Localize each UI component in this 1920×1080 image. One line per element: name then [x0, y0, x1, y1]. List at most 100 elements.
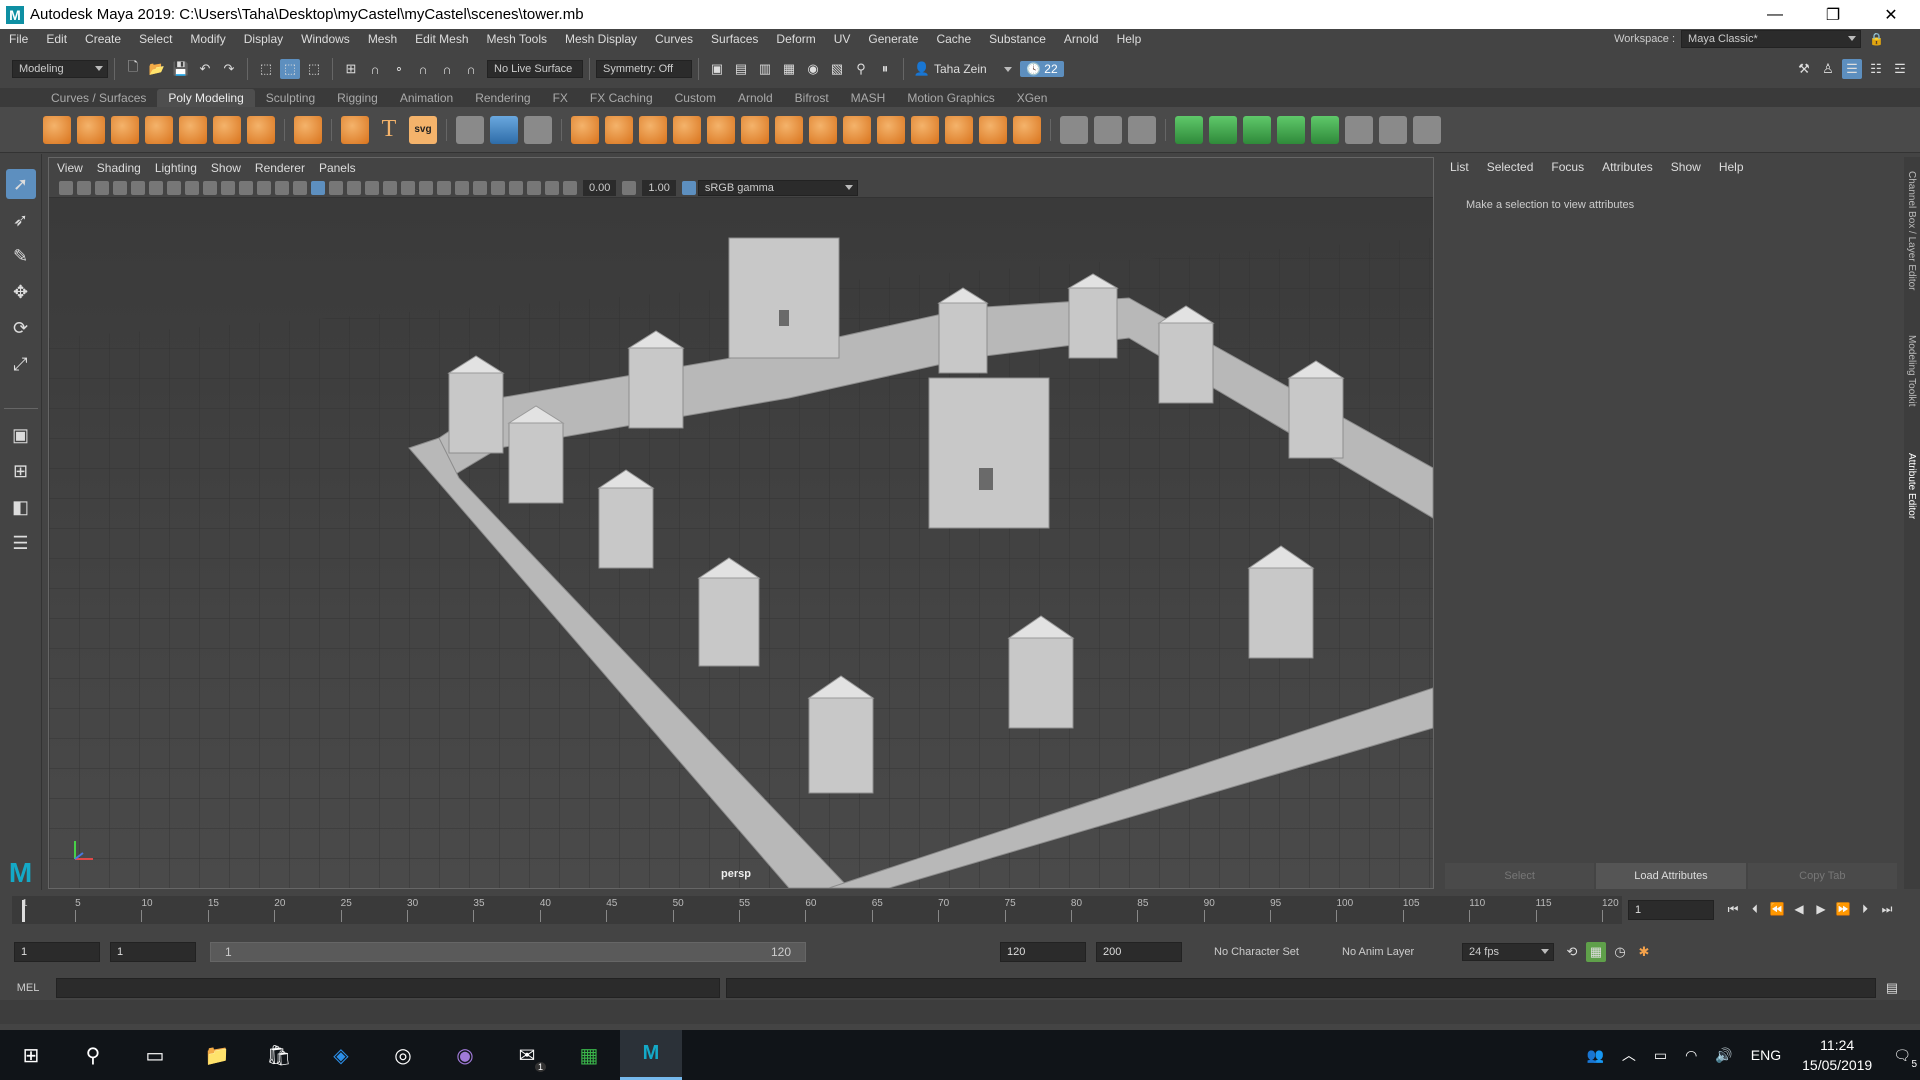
render-view-icon[interactable]: ▣: [707, 59, 727, 79]
action-center-icon[interactable]: 🗨 5: [1893, 1047, 1917, 1070]
menu-help[interactable]: Help: [1108, 32, 1151, 46]
shelf-tab-fx-caching[interactable]: FX Caching: [579, 89, 664, 107]
type-tool-icon[interactable]: T: [375, 116, 403, 144]
select-tool-icon[interactable]: ➚: [5, 169, 36, 199]
shelf-tab-rendering[interactable]: Rendering: [464, 89, 541, 107]
shelf-tab-sculpting[interactable]: Sculpting: [255, 89, 326, 107]
center-pivot-icon[interactable]: [524, 115, 552, 144]
animation-start-field[interactable]: 1: [14, 942, 100, 962]
load-attributes-button[interactable]: Load Attributes: [1596, 863, 1746, 889]
bevel-icon[interactable]: [673, 115, 701, 144]
menu-windows[interactable]: Windows: [292, 32, 359, 46]
shelf-tab-custom[interactable]: Custom: [664, 89, 727, 107]
paint-select-tool-icon[interactable]: ✎: [6, 241, 36, 271]
xray-components-icon[interactable]: [545, 180, 559, 195]
menu-generate[interactable]: Generate: [859, 32, 927, 46]
append-polygon-icon[interactable]: [843, 115, 871, 144]
snap-grid-icon[interactable]: ⊞: [341, 59, 361, 79]
attr-menu-help[interactable]: Help: [1719, 160, 1744, 174]
menu-file[interactable]: File: [0, 32, 37, 46]
side-tab-attribute-editor[interactable]: Attribute Editor: [1906, 453, 1917, 519]
image-plane-icon[interactable]: [113, 180, 127, 195]
menu-surfaces[interactable]: Surfaces: [702, 32, 767, 46]
open-scene-icon[interactable]: 📂: [147, 59, 167, 79]
pause-icon[interactable]: ⏸: [875, 59, 895, 79]
isolate-select-icon[interactable]: [491, 180, 505, 195]
new-scene-icon[interactable]: 🗋: [123, 59, 143, 79]
shelf-tab-fx[interactable]: FX: [542, 89, 579, 107]
shelf-tab-mash[interactable]: MASH: [840, 89, 897, 107]
snap-curve-icon[interactable]: ∩: [365, 59, 385, 79]
mirror-icon[interactable]: [775, 115, 803, 144]
viewport-menu-lighting[interactable]: Lighting: [155, 161, 205, 175]
viewport-3d-scene[interactable]: persp: [49, 198, 1433, 888]
menu-modify[interactable]: Modify: [181, 32, 234, 46]
target-weld-icon[interactable]: [1128, 115, 1156, 144]
shelf-tab-bifrost[interactable]: Bifrost: [784, 89, 840, 107]
menu-select[interactable]: Select: [130, 32, 181, 46]
uv-spherical-icon[interactable]: [1243, 115, 1271, 144]
menu-uv[interactable]: UV: [825, 32, 860, 46]
range-slider-handle[interactable]: 1 120: [210, 942, 806, 962]
range-slider[interactable]: 1 120: [210, 942, 1210, 962]
smooth-icon[interactable]: [571, 115, 599, 144]
smooth-shade-icon[interactable]: [311, 180, 325, 195]
motion-blur-icon[interactable]: [437, 180, 451, 195]
playback-speed-icon[interactable]: ✱: [1634, 942, 1654, 962]
search-icon[interactable]: ⚲: [62, 1030, 124, 1080]
render-current-icon[interactable]: ▤: [731, 59, 751, 79]
file-explorer-icon[interactable]: 📁: [186, 1030, 248, 1080]
viewport-menu-panels[interactable]: Panels: [319, 161, 364, 175]
menuset-dropdown[interactable]: Modeling: [12, 60, 108, 78]
svg-tool-icon[interactable]: svg: [409, 115, 437, 144]
poly-sphere-icon[interactable]: [43, 115, 71, 144]
anti-aliasing-icon[interactable]: [455, 180, 469, 195]
snap-point-icon[interactable]: ∘: [389, 59, 409, 79]
side-tab-channel-box[interactable]: Channel Box / Layer Editor: [1906, 171, 1917, 291]
shelf-tab-poly-modeling[interactable]: Poly Modeling: [157, 89, 255, 107]
triangulate-icon[interactable]: [1013, 115, 1041, 144]
uv-editor-icon[interactable]: [1345, 115, 1373, 144]
move-tool-icon[interactable]: ✥: [6, 277, 36, 307]
uv-cut-icon[interactable]: [1379, 115, 1407, 144]
split-icon[interactable]: [979, 115, 1007, 144]
ipr-render-icon[interactable]: ▥: [755, 59, 775, 79]
boolean-union-icon[interactable]: [707, 115, 735, 144]
snap-view-icon[interactable]: ∩: [413, 59, 433, 79]
color-management-icon[interactable]: [681, 180, 696, 195]
user-name[interactable]: Taha Zein: [934, 62, 1004, 76]
uv-cylindrical-icon[interactable]: [1209, 115, 1237, 144]
select-camera-icon[interactable]: [59, 180, 73, 195]
attr-menu-show[interactable]: Show: [1671, 160, 1701, 174]
script-editor-icon[interactable]: ▤: [1882, 978, 1902, 998]
attr-menu-selected[interactable]: Selected: [1487, 160, 1534, 174]
menu-substance[interactable]: Substance: [980, 32, 1055, 46]
attr-menu-attributes[interactable]: Attributes: [1602, 160, 1653, 174]
super-shape-icon[interactable]: [341, 115, 369, 144]
edge-loop-icon[interactable]: [1094, 115, 1122, 144]
uv-unfold-icon[interactable]: [1311, 115, 1339, 144]
playback-start-field[interactable]: 1: [110, 942, 196, 962]
bookmark-icon[interactable]: [95, 180, 109, 195]
safe-action-icon[interactable]: [257, 180, 271, 195]
chevron-down-icon[interactable]: [1004, 66, 1012, 72]
multi-cut-icon[interactable]: [1060, 115, 1088, 144]
language-indicator[interactable]: ENG: [1751, 1047, 1781, 1063]
four-view-layout-icon[interactable]: ⊞: [6, 456, 36, 486]
poly-plane-icon[interactable]: [213, 115, 241, 144]
poly-cone-icon[interactable]: [145, 115, 173, 144]
minimize-button[interactable]: —: [1746, 0, 1804, 29]
menu-deform[interactable]: Deform: [767, 32, 824, 46]
poly-cube-icon[interactable]: [77, 115, 105, 144]
persp-outliner-layout-icon[interactable]: ◧: [6, 492, 36, 522]
bridge-icon[interactable]: [639, 115, 667, 144]
maximize-button[interactable]: ❐: [1804, 0, 1862, 29]
current-frame-field[interactable]: 1: [1628, 900, 1714, 920]
menu-display[interactable]: Display: [235, 32, 292, 46]
gamma-field[interactable]: 1.00: [642, 179, 676, 196]
select-object-icon[interactable]: ⬚: [280, 59, 300, 79]
workspace-dropdown[interactable]: Maya Classic*: [1681, 30, 1862, 48]
menu-cache[interactable]: Cache: [927, 32, 980, 46]
undo-icon[interactable]: ↶: [195, 59, 215, 79]
hypershade-icon[interactable]: ◉: [803, 59, 823, 79]
